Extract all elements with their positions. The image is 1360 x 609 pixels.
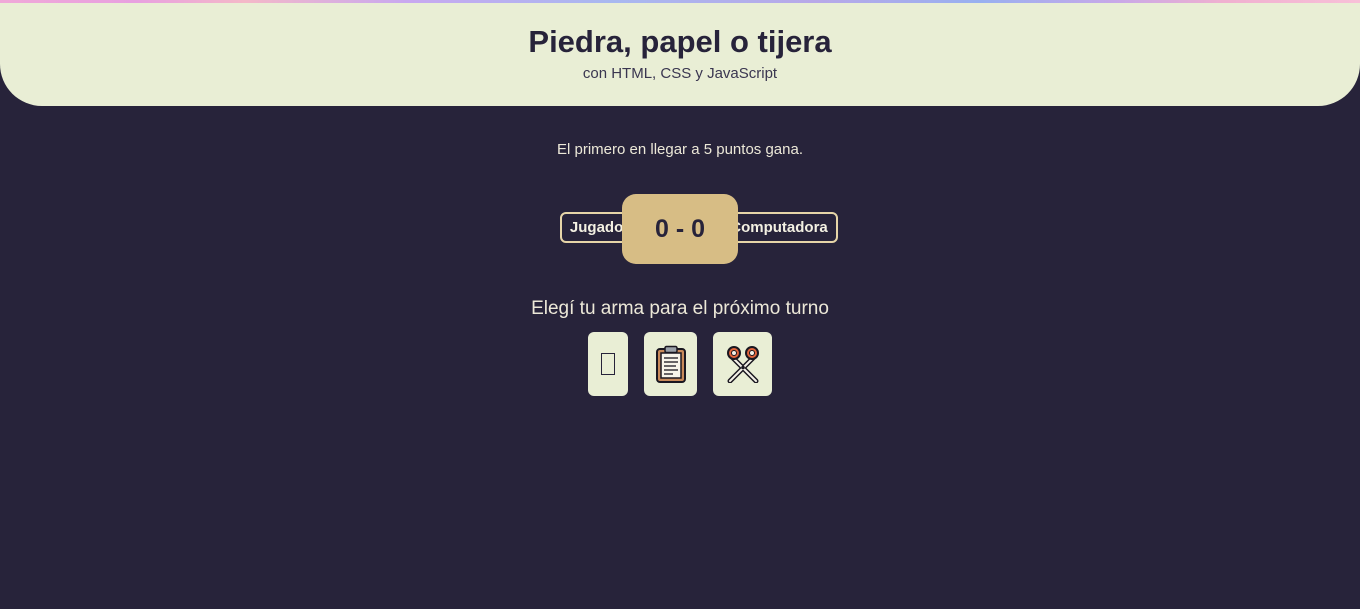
- scissors-button[interactable]: [713, 332, 772, 396]
- rock-button[interactable]: [588, 332, 628, 396]
- page-header: Piedra, papel o tijera con HTML, CSS y J…: [0, 0, 1360, 106]
- rules-text: El primero en llegar a 5 puntos gana.: [557, 141, 803, 158]
- paper-button[interactable]: [644, 332, 697, 396]
- scissors-icon: [726, 346, 759, 383]
- page-subtitle: con HTML, CSS y JavaScript: [582, 65, 778, 82]
- page-title: Piedra, papel o tijera: [528, 24, 832, 59]
- score-display: 0 - 0: [622, 194, 738, 264]
- rock-icon: [601, 353, 615, 375]
- top-gradient-strip: [0, 0, 1360, 3]
- choose-weapon-prompt: Elegí tu arma para el próximo turno: [531, 298, 829, 319]
- clipboard-icon: [655, 345, 686, 383]
- scoreboard: Jugador 0 - 0 Computadora: [560, 194, 838, 264]
